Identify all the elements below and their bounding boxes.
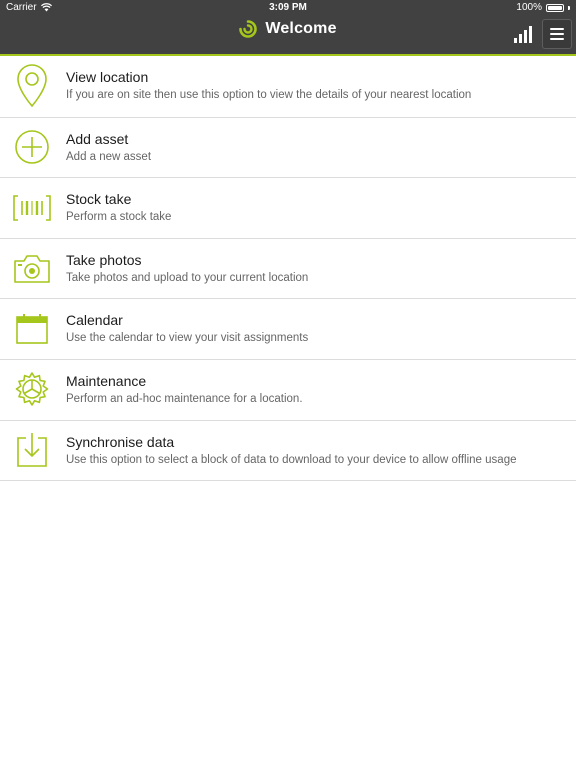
menu-item-subtitle: Perform an ad-hoc maintenance for a loca… <box>66 392 303 405</box>
menu-item-add-asset[interactable]: Add asset Add a new asset <box>0 116 576 178</box>
menu-item-text: Take photos Take photos and upload to yo… <box>66 252 568 285</box>
menu-item-title: View location <box>66 69 149 85</box>
menu-item-subtitle: Use the calendar to view your visit assi… <box>66 332 309 345</box>
menu-item-text: Stock take Perform a stock take <box>66 191 568 224</box>
app-screen: Carrier 3:09 PM 100% Welcome View locati… <box>0 0 576 768</box>
menu-item-title: Calendar <box>66 312 123 329</box>
battery-icon <box>546 3 564 12</box>
location-pin-icon <box>12 64 52 108</box>
signal-strength-icon[interactable] <box>512 23 534 45</box>
menu-item-calendar[interactable]: Calendar Use the calendar to view your v… <box>0 298 576 359</box>
menu-line <box>550 38 564 40</box>
menu-item-subtitle: Take photos and upload to your current l… <box>66 271 309 284</box>
menu-item-subtitle: If you are on site then use this option … <box>66 89 472 101</box>
menu-item-title: Take photos <box>66 251 142 268</box>
barcode-icon <box>12 188 52 228</box>
menu-item-subtitle: Use this option to select a block of dat… <box>66 453 517 466</box>
menu-item-text: Synchronise data Use this option to sele… <box>66 434 568 467</box>
menu-item-maintenance[interactable]: Maintenance Perform an ad-hoc maintenanc… <box>0 358 576 420</box>
menu-item-take-photos[interactable]: Take photos Take photos and upload to yo… <box>0 237 576 299</box>
battery-percent: 100% <box>516 2 542 13</box>
nav-title-group: Welcome <box>0 20 576 38</box>
status-bar: Carrier 3:09 PM 100% <box>0 0 576 16</box>
menu-item-subtitle: Add a new asset <box>66 150 152 163</box>
status-battery: 100% <box>516 2 570 13</box>
top-bar: Carrier 3:09 PM 100% Welcome <box>0 0 576 56</box>
menu-item-text: Calendar Use the calendar to view your v… <box>66 312 568 345</box>
menu-item-stock-take[interactable]: Stock take Perform a stock take <box>0 177 576 238</box>
gear-icon <box>12 370 52 410</box>
add-circle-icon <box>12 127 52 167</box>
menu-line <box>550 33 564 35</box>
app-logo-icon <box>239 20 258 38</box>
menu-item-text: Maintenance Perform an ad-hoc maintenanc… <box>66 373 568 406</box>
menu-line <box>550 28 564 30</box>
battery-fill <box>548 5 562 10</box>
camera-icon <box>12 249 52 289</box>
battery-tip <box>568 5 570 10</box>
download-icon <box>12 430 52 470</box>
menu-item-view-location[interactable]: View location If you are on site then us… <box>0 56 576 117</box>
menu-item-title: Maintenance <box>66 372 147 389</box>
hamburger-menu-button[interactable] <box>542 19 572 49</box>
menu-item-synchronise-data[interactable]: Synchronise data Use this option to sele… <box>0 419 576 481</box>
menu-item-text: Add asset Add a new asset <box>66 131 568 164</box>
menu-item-title: Stock take <box>66 191 132 208</box>
welcome-menu-list: View location If you are on site then us… <box>0 56 576 482</box>
calendar-icon <box>12 309 52 349</box>
nav-bar: Welcome <box>0 16 576 54</box>
menu-item-title: Add asset <box>66 130 129 147</box>
status-time: 3:09 PM <box>269 2 307 13</box>
menu-item-subtitle: Perform a stock take <box>66 211 172 224</box>
menu-item-title: Synchronise data <box>66 433 175 450</box>
menu-item-text: View location If you are on site then us… <box>66 69 568 102</box>
page-title: Welcome <box>265 20 337 37</box>
